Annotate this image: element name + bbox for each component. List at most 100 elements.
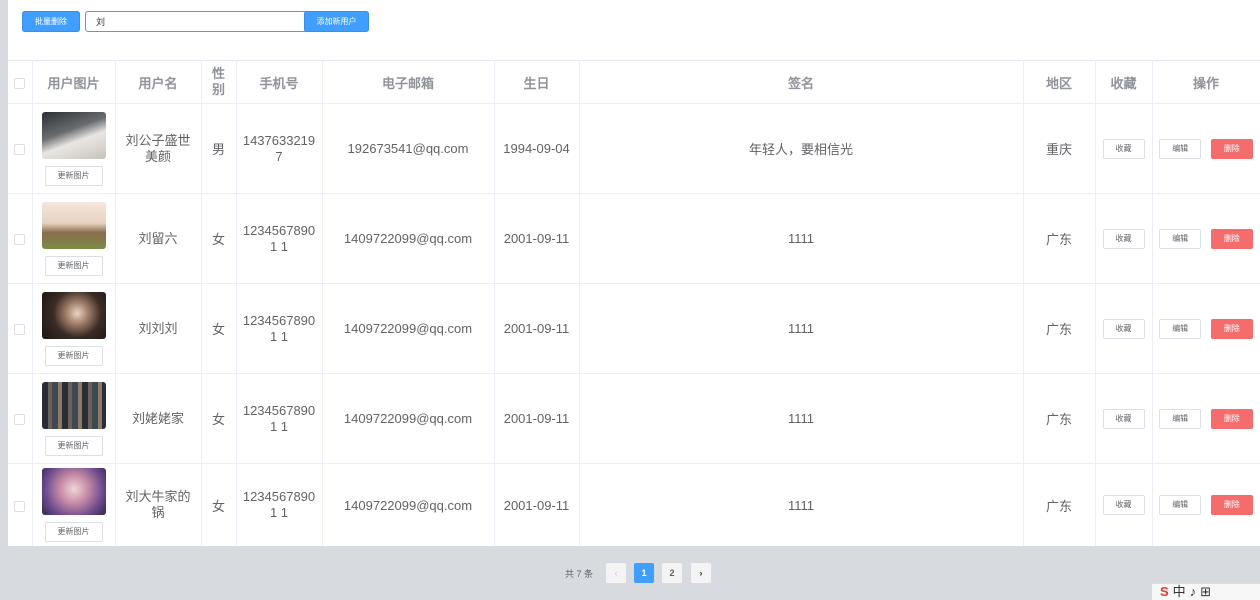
user-avatar [41, 111, 106, 159]
ime-punctuation-icon[interactable]: ♪ [1190, 584, 1201, 599]
header-phone: 手机号 [236, 60, 323, 104]
email-cell: 1409722099@qq.com [322, 283, 495, 374]
system-tray: S中♪⊞ [1152, 583, 1260, 600]
delete-button[interactable]: 删除 [1210, 228, 1253, 249]
table-row: 更新图片 刘公子盛世美颜男 14376332197 192673541@qq.com 1… [8, 103, 1260, 194]
username-cell: 刘姥姥家 [115, 373, 202, 464]
table-row: 更新图片 刘大牛家的锅女 12345678901 1 1409722099@qq.co… [8, 463, 1260, 546]
select-all-cell[interactable] [8, 60, 33, 104]
region-cell: 广东 [1023, 193, 1096, 284]
username-cell: 刘刘刘 [115, 283, 202, 374]
header-signature: 签名 [579, 60, 1024, 104]
delete-button[interactable]: 删除 [1210, 138, 1253, 159]
phone-cell: 12345678901 1 [236, 463, 323, 546]
select-all-checkbox[interactable] [14, 77, 26, 89]
delete-button[interactable]: 删除 [1210, 318, 1253, 339]
birthday-cell: 2001-09-11 [494, 193, 580, 284]
row-select-cell[interactable] [8, 103, 33, 194]
update-photo-button[interactable]: 更新图片 [44, 345, 103, 366]
favorite-button[interactable]: 收藏 [1102, 408, 1145, 429]
signature-cell: 1111 [579, 463, 1024, 546]
gender-cell: 女 [201, 193, 237, 284]
username-text: 刘刘刘 [138, 320, 178, 336]
edit-button[interactable]: 编辑 [1159, 138, 1202, 159]
header-birthday: 生日 [494, 60, 580, 104]
row-checkbox[interactable] [14, 144, 26, 156]
favorite-button[interactable]: 收藏 [1102, 495, 1145, 515]
phone-cell: 12345678901 1 [236, 373, 323, 464]
row-checkbox[interactable] [14, 500, 26, 512]
birthday-cell: 1994-09-04 [494, 103, 580, 194]
header-gender-label: 性别 [211, 66, 225, 97]
gender-cell: 女 [201, 283, 237, 374]
username-text: 刘留六 [138, 230, 178, 246]
phone-text: 14376332197 [242, 132, 316, 164]
user-avatar [41, 291, 106, 339]
delete-button[interactable]: 删除 [1210, 408, 1253, 429]
user-avatar [41, 468, 106, 515]
email-cell: 1409722099@qq.com [322, 193, 495, 284]
page-1-button[interactable]: 1 [634, 563, 654, 583]
header-gender: 性别 [201, 60, 237, 104]
region-cell: 广东 [1023, 463, 1096, 546]
actions-cell: 编辑 删除 [1152, 103, 1260, 194]
row-checkbox[interactable] [14, 234, 26, 246]
batch-delete-button[interactable]: 批量删除 [22, 11, 80, 32]
email-cell: 192673541@qq.com [322, 103, 495, 194]
search-input[interactable] [85, 11, 309, 32]
edit-button[interactable]: 编辑 [1159, 408, 1202, 429]
page-2-button[interactable]: 2 [662, 563, 682, 583]
prev-page-button[interactable]: ‹ [606, 563, 626, 583]
actions-cell: 编辑 删除 [1152, 193, 1260, 284]
table-row: 更新图片 刘姥姥家 女 12345678901 1 1409722099@qq.com 2… [8, 373, 1260, 464]
username-cell: 刘大牛家的锅 [115, 463, 202, 546]
gender-cell: 女 [201, 373, 237, 464]
username-text: 刘公子盛世美颜 [125, 132, 191, 164]
user-avatar [41, 381, 106, 429]
edit-button[interactable]: 编辑 [1159, 495, 1202, 515]
photo-cell: 更新图片 [32, 463, 116, 546]
update-photo-button[interactable]: 更新图片 [44, 522, 103, 542]
photo-cell: 更新图片 [32, 193, 116, 284]
row-select-cell[interactable] [8, 193, 33, 284]
favorite-cell: 收藏 [1095, 193, 1153, 284]
region-cell: 广东 [1023, 373, 1096, 464]
photo-cell: 更新图片 [32, 373, 116, 464]
favorite-button[interactable]: 收藏 [1102, 318, 1145, 339]
username-text: 刘大牛家的锅 [125, 489, 191, 520]
add-user-button[interactable]: 添加新用户 [304, 11, 369, 32]
favorite-cell: 收藏 [1095, 103, 1153, 194]
phone-text: 12345678901 1 [242, 489, 316, 520]
gender-cell: 女 [201, 463, 237, 546]
ime-chinese-mode-icon[interactable]: 中 [1173, 584, 1190, 599]
edit-button[interactable]: 编辑 [1159, 228, 1202, 249]
phone-text: 12345678901 1 [242, 402, 316, 434]
signature-cell: 年轻人，要相信光 [579, 103, 1024, 194]
favorite-button[interactable]: 收藏 [1102, 228, 1145, 249]
row-checkbox[interactable] [14, 324, 26, 336]
update-photo-button[interactable]: 更新图片 [44, 435, 103, 456]
delete-button[interactable]: 删除 [1210, 495, 1253, 515]
phone-cell: 12345678901 1 [236, 193, 323, 284]
table-row: 更新图片 刘留六 女 12345678901 1 1409722099@qq.com 20… [8, 193, 1260, 284]
row-select-cell[interactable] [8, 373, 33, 464]
header-photo: 用户图片 [32, 60, 116, 104]
update-photo-button[interactable]: 更新图片 [44, 165, 103, 186]
header-username: 用户名 [115, 60, 202, 104]
username-cell: 刘留六 [115, 193, 202, 284]
favorite-cell: 收藏 [1095, 463, 1153, 546]
ime-settings-icon[interactable]: ⊞ [1200, 584, 1215, 599]
row-select-cell[interactable] [8, 283, 33, 374]
favorite-cell: 收藏 [1095, 283, 1153, 374]
favorite-cell: 收藏 [1095, 373, 1153, 464]
photo-cell: 更新图片 [32, 283, 116, 374]
sogou-ime-icon[interactable]: S [1160, 584, 1173, 599]
favorite-button[interactable]: 收藏 [1102, 138, 1145, 159]
update-photo-button[interactable]: 更新图片 [44, 255, 103, 276]
edit-button[interactable]: 编辑 [1159, 318, 1202, 339]
next-page-button[interactable]: › [691, 563, 711, 583]
row-checkbox[interactable] [14, 414, 26, 426]
row-select-cell[interactable] [8, 463, 33, 546]
table-row: 更新图片 刘刘刘 女 12345678901 1 1409722099@qq.com 20… [8, 283, 1260, 374]
email-cell: 1409722099@qq.com [322, 463, 495, 546]
